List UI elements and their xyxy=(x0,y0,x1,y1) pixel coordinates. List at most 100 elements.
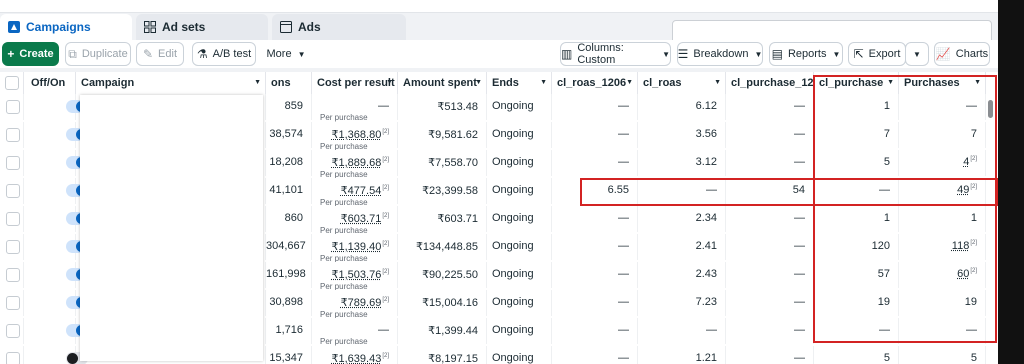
cell-purchases: 5 xyxy=(899,346,986,364)
cell-value: 860 xyxy=(284,212,303,224)
cell-value: — xyxy=(618,324,629,336)
row-select-cell[interactable] xyxy=(0,290,24,316)
ab-test-button[interactable]: ⚗ A/B test xyxy=(192,42,256,66)
sort-caret-icon: ▼ xyxy=(714,79,721,86)
info-icon: [2] xyxy=(382,297,389,304)
tab-ad-sets[interactable]: Ad sets xyxy=(136,14,268,40)
cell-ends: Ongoing xyxy=(487,234,552,260)
row-select-cell[interactable] xyxy=(0,346,24,364)
tab-ads[interactable]: Ads xyxy=(272,14,406,40)
row-select-cell[interactable] xyxy=(0,318,24,344)
row-select-cell[interactable] xyxy=(0,262,24,288)
breakdown-icon: ☰ xyxy=(677,47,689,61)
cell-value: Ongoing xyxy=(492,240,534,252)
breakdown-button[interactable]: ☰ Breakdown ▼ xyxy=(677,42,763,66)
header-off-on[interactable]: Off/On xyxy=(24,72,76,94)
cell-roas: 3.12 xyxy=(638,150,726,176)
cell-value: ₹1,639.43 xyxy=(331,353,382,364)
flask-icon: ⚗ xyxy=(196,47,208,61)
toggle-cell[interactable] xyxy=(24,122,88,148)
toggle-cell[interactable] xyxy=(24,150,88,176)
header-cl-roas[interactable]: cl_roas ▼ xyxy=(638,72,726,94)
export-label: Export xyxy=(868,48,901,60)
cell-value: 41,101 xyxy=(269,184,303,196)
cell-roas: 1.21 xyxy=(638,346,726,364)
cell-value: — xyxy=(618,128,629,140)
cell-results: 859 xyxy=(266,94,312,120)
header-amount-spent[interactable]: Amount spent ▼ xyxy=(398,72,487,94)
cell-roas1206: — xyxy=(552,122,638,148)
toggle-cell[interactable] xyxy=(24,178,88,204)
chevron-down-icon: ▼ xyxy=(913,49,921,59)
charts-button[interactable]: 📈 Charts xyxy=(934,42,990,66)
row-select-cell[interactable] xyxy=(0,150,24,176)
cell-value: ₹603.71 xyxy=(437,213,478,225)
tab-campaigns[interactable]: Campaigns xyxy=(0,14,132,40)
cell-roas1206: — xyxy=(552,150,638,176)
toggle-cell[interactable] xyxy=(24,290,88,316)
row-checkbox[interactable] xyxy=(6,268,20,282)
cell-cost: — Per purchase xyxy=(312,94,398,122)
more-button[interactable]: More ▼ xyxy=(262,42,310,66)
export-button[interactable]: ⇱ Export xyxy=(848,42,906,66)
row-checkbox[interactable] xyxy=(6,212,20,226)
toggle-cell[interactable] xyxy=(24,206,88,232)
cell-value: — xyxy=(706,324,717,336)
header-cl-purchase-120[interactable]: cl_purchase_120 xyxy=(726,72,814,94)
select-all-checkbox[interactable] xyxy=(5,76,19,90)
row-select-cell[interactable] xyxy=(0,178,24,204)
cell-cost: ₹1,889.68[2] Per purchase xyxy=(312,150,398,179)
more-label: More xyxy=(266,48,292,60)
cell-p120: — xyxy=(726,234,814,260)
cell-value: 7.23 xyxy=(695,296,717,308)
header-cost-label: Cost per result xyxy=(317,77,395,89)
row-select-cell[interactable] xyxy=(0,206,24,232)
header-cl-roas-1206[interactable]: cl_roas_1206 ▼ xyxy=(552,72,638,94)
edit-button[interactable]: ✎ Edit xyxy=(136,42,184,66)
columns-button[interactable]: ▥ Columns: Custom ▼ xyxy=(560,42,671,66)
row-checkbox[interactable] xyxy=(6,100,20,114)
cell-value: Ongoing xyxy=(492,184,534,196)
per-purchase-label: Per purchase xyxy=(320,337,368,346)
campaign-icon xyxy=(8,21,20,33)
cell-roas: 6.12 xyxy=(638,94,726,120)
toggle-cell[interactable] xyxy=(24,346,88,364)
toggle-cell[interactable] xyxy=(24,318,88,344)
cell-value: ₹1,139.40 xyxy=(331,241,382,253)
row-checkbox[interactable] xyxy=(6,156,20,170)
cell-roas: — xyxy=(638,318,726,344)
row-checkbox[interactable] xyxy=(6,128,20,142)
toggle-cell[interactable] xyxy=(24,234,88,260)
duplicate-button[interactable]: ⧉ Duplicate xyxy=(65,42,131,66)
export-dropdown-button[interactable]: ▼ xyxy=(905,42,929,66)
toggle-cell[interactable] xyxy=(24,262,88,288)
cell-value: — xyxy=(794,268,805,280)
cell-cost: ₹1,139.40[2] Per purchase xyxy=(312,234,398,263)
header-results[interactable]: ons xyxy=(266,72,312,94)
cell-results: 18,208 xyxy=(266,150,312,176)
header-ends[interactable]: Ends ▼ xyxy=(487,72,552,94)
row-select-cell[interactable] xyxy=(0,122,24,148)
select-all-header[interactable] xyxy=(0,72,24,94)
row-select-cell[interactable] xyxy=(0,234,24,260)
header-campaign[interactable]: Campaign ▼ xyxy=(76,72,266,94)
reports-icon: ▤ xyxy=(771,47,783,61)
cell-ends: Ongoing xyxy=(487,206,552,232)
create-button[interactable]: + Create xyxy=(2,42,59,66)
header-cost-per-result[interactable]: Cost per result ▼ xyxy=(312,72,398,94)
cell-value: ₹513.48 xyxy=(437,101,478,113)
row-checkbox[interactable] xyxy=(6,352,20,364)
row-checkbox[interactable] xyxy=(6,296,20,310)
edit-label: Edit xyxy=(158,48,178,60)
cell-ends: Ongoing xyxy=(487,346,552,364)
cell-value: ₹789.69 xyxy=(340,297,382,309)
row-checkbox[interactable] xyxy=(6,240,20,254)
row-select-cell[interactable] xyxy=(0,94,24,120)
reports-button[interactable]: ▤ Reports ▼ xyxy=(769,42,843,66)
cell-value: — xyxy=(794,324,805,336)
cell-value: Ongoing xyxy=(492,128,534,140)
info-icon: [2] xyxy=(382,353,389,360)
row-checkbox[interactable] xyxy=(6,184,20,198)
toggle-cell[interactable] xyxy=(24,94,88,120)
row-checkbox[interactable] xyxy=(6,324,20,338)
